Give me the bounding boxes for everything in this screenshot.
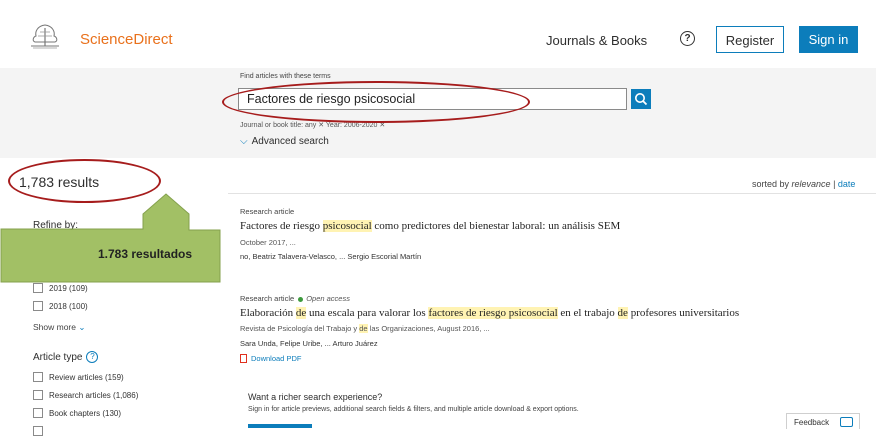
highlight-oval-results bbox=[8, 159, 161, 203]
signin-button[interactable]: Sign in bbox=[799, 26, 858, 53]
elsevier-logo-icon[interactable] bbox=[27, 22, 63, 50]
title-part: profesores universitarios bbox=[627, 307, 740, 319]
promo-title: Want a richer search experience? bbox=[248, 392, 383, 402]
chevron-down-icon: ⌄ bbox=[78, 322, 86, 332]
download-pdf-label: Download PDF bbox=[251, 354, 302, 363]
year-filter-2018[interactable]: 2018 (100) bbox=[33, 301, 88, 311]
register-button[interactable]: Register bbox=[716, 26, 784, 53]
find-terms-label: Find articles with these terms bbox=[240, 73, 331, 80]
help-icon[interactable]: ? bbox=[86, 351, 99, 363]
search-button[interactable] bbox=[631, 89, 651, 109]
site-header: ScienceDirect Journals & Books ? Registe… bbox=[0, 0, 876, 68]
result-type: Research article bbox=[240, 294, 295, 303]
article-type-heading: Article type? bbox=[33, 351, 99, 363]
results-divider bbox=[228, 193, 876, 194]
checkbox[interactable] bbox=[33, 426, 43, 436]
checkbox[interactable] bbox=[33, 283, 43, 293]
checkbox[interactable] bbox=[33, 390, 43, 400]
sort-control: sorted by relevance | date bbox=[752, 179, 855, 189]
promo-subtitle: Sign in for article previews, additional… bbox=[248, 406, 579, 413]
feedback-label: Feedback bbox=[794, 418, 830, 427]
result-type-line: Research article Open access bbox=[240, 294, 350, 303]
checkbox[interactable] bbox=[33, 372, 43, 382]
year-filter-label: 2018 (100) bbox=[49, 301, 88, 311]
result-authors: no, Beatriz Talavera-Velasco, ... Sergio… bbox=[240, 252, 422, 261]
year-filter-2019[interactable]: 2019 (109) bbox=[33, 283, 88, 293]
sort-prefix: sorted by bbox=[752, 179, 792, 189]
chat-icon bbox=[840, 417, 853, 427]
advanced-search-label: Advanced search bbox=[251, 136, 329, 147]
chevron-down-icon: ⌵ bbox=[240, 136, 248, 147]
highlight-oval-search bbox=[222, 81, 530, 123]
sort-relevance[interactable]: relevance bbox=[792, 179, 831, 189]
brand-name[interactable]: ScienceDirect bbox=[80, 31, 173, 48]
title-part: Elaboración bbox=[240, 307, 296, 319]
pdf-icon bbox=[240, 354, 247, 363]
meta-part: las Organizaciones, August 2016, ... bbox=[367, 324, 490, 333]
title-highlight: factores de riesgo psicosocial bbox=[428, 307, 558, 319]
journals-books-link[interactable]: Journals & Books bbox=[546, 33, 647, 48]
help-icon[interactable]: ? bbox=[680, 31, 695, 46]
title-highlight: de bbox=[617, 307, 628, 319]
article-type-chapters[interactable]: Book chapters (130) bbox=[33, 408, 121, 418]
meta-highlight: de bbox=[359, 324, 368, 333]
checkbox[interactable] bbox=[33, 301, 43, 311]
article-type-research[interactable]: Research articles (1,086) bbox=[33, 390, 138, 400]
checkbox[interactable] bbox=[33, 408, 43, 418]
refine-heading: Refine by: bbox=[33, 220, 79, 231]
advanced-search-link[interactable]: ⌵ Advanced search bbox=[240, 136, 329, 147]
article-type-label: Article type bbox=[33, 351, 83, 363]
download-pdf-link[interactable]: Download PDF bbox=[240, 354, 301, 363]
result-meta: Revista de Psicología del Trabajo y de l… bbox=[240, 324, 490, 333]
title-part: Factores de riesgo bbox=[240, 220, 323, 232]
meta-part: Revista de Psicología del Trabajo y bbox=[240, 324, 360, 333]
article-type-option: Research articles (1,086) bbox=[49, 390, 139, 400]
article-type-option: Review articles (159) bbox=[49, 372, 124, 382]
promo-signin-button[interactable] bbox=[248, 424, 312, 428]
sort-date-link[interactable]: date bbox=[838, 179, 856, 189]
result-authors: Sara Unda, Felipe Uribe, ... Arturo Juár… bbox=[240, 339, 378, 348]
show-more-label: Show more bbox=[33, 322, 76, 332]
title-highlight: de bbox=[295, 307, 307, 319]
title-part: como predictores del bienestar laboral: … bbox=[371, 220, 621, 232]
callout-label: 1.783 resultados bbox=[98, 247, 193, 261]
article-type-review[interactable]: Review articles (159) bbox=[33, 372, 124, 382]
year-filter-label: 2019 (109) bbox=[49, 283, 88, 293]
result-meta: October 2017, ... bbox=[240, 238, 296, 247]
result-type: Research article bbox=[240, 207, 295, 216]
result-title-link[interactable]: Elaboración de una escala para valorar l… bbox=[240, 307, 739, 319]
article-type-more[interactable] bbox=[33, 426, 49, 436]
title-part: una escala para valorar los bbox=[306, 307, 429, 319]
search-icon bbox=[635, 93, 648, 106]
sort-separator: | bbox=[830, 179, 838, 189]
result-title-link[interactable]: Factores de riesgo psicosocial como pred… bbox=[240, 220, 620, 232]
article-type-option: Book chapters (130) bbox=[49, 408, 122, 418]
title-highlight: psicosocial bbox=[322, 220, 372, 232]
show-more-link[interactable]: Show more ⌄ bbox=[33, 322, 86, 333]
open-access-dot-icon bbox=[298, 296, 304, 302]
title-part: en el trabajo bbox=[557, 307, 618, 319]
open-access-label: Open access bbox=[306, 294, 350, 303]
